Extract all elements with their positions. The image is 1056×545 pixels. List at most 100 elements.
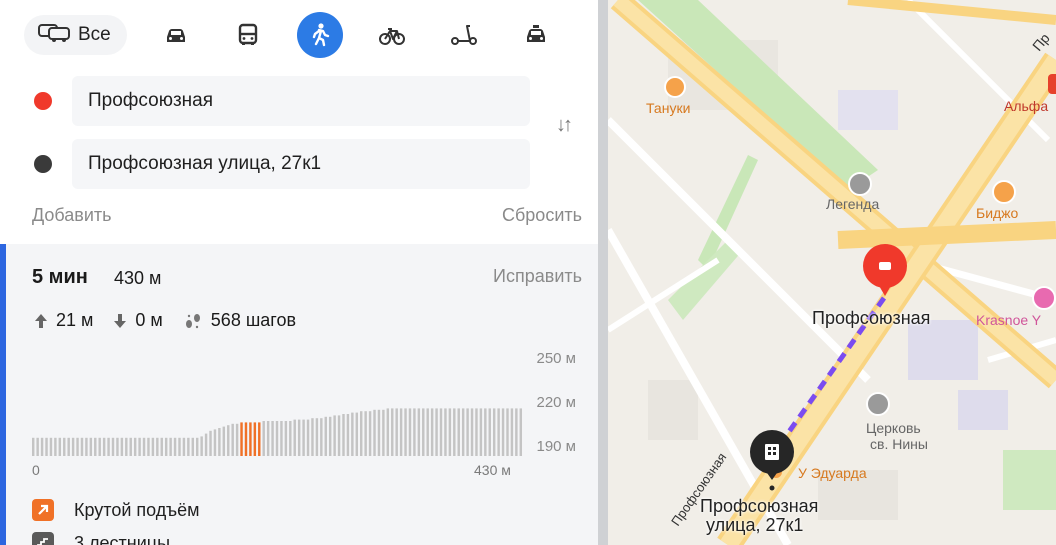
poi-bijo[interactable]: Биджо (976, 205, 1018, 221)
add-point-button[interactable]: Добавить (32, 205, 112, 226)
elevation-bar (346, 414, 350, 456)
elevation-bar (355, 412, 359, 456)
elevation-bar (510, 408, 514, 456)
stairs-note: 3 лестницы (32, 532, 170, 545)
elevation-bar (506, 408, 509, 456)
elevation-bar (382, 409, 385, 456)
elevation-bar (408, 408, 412, 456)
elevation-bar (222, 426, 226, 456)
landmark-icon[interactable] (848, 172, 872, 196)
reset-route-button[interactable]: Сбросить (502, 205, 582, 226)
elevation-bar (200, 436, 203, 456)
bus-icon (238, 23, 257, 45)
elevation-bar (293, 419, 296, 456)
y-tick-250: 250 м (536, 350, 576, 367)
poi-eduard[interactable]: У Эдуарда (798, 465, 867, 481)
elevation-bar (156, 437, 159, 456)
mode-bus-button[interactable] (225, 12, 271, 58)
map-destination-label-line2: улица, 27к1 (706, 515, 804, 535)
elevation-bars (32, 408, 523, 456)
map-view[interactable]: Тануки Альфа Легенда Биджо Krasnoe Y Цер… (608, 0, 1056, 545)
destination-input[interactable]: Профсоюзная улица, 27к1 (72, 139, 530, 189)
elevation-bar (333, 415, 336, 456)
cafe-icon[interactable] (992, 180, 1016, 204)
elevation-bar (466, 408, 469, 456)
ascent-value: 21 м (56, 310, 94, 330)
elevation-bar (116, 437, 119, 456)
elevation-bar (320, 418, 323, 456)
ascent-stat: 21 м (34, 310, 93, 331)
elevation-bar-steep (249, 422, 252, 456)
y-tick-220: 220 м (536, 394, 576, 411)
destination-pin-icon[interactable] (748, 430, 796, 492)
elevation-bar (32, 437, 35, 456)
bicycle-icon (378, 28, 405, 45)
mode-taxi-button[interactable] (513, 12, 559, 58)
elevation-bar (147, 437, 150, 456)
poi-alfa[interactable]: Альфа (1004, 98, 1048, 114)
poi-legenda[interactable]: Легенда (826, 196, 879, 212)
origin-pin-icon[interactable] (860, 244, 910, 296)
route-result-card[interactable]: 5 мин 430 м Исправить 21 м 0 м 568 шагов… (0, 244, 598, 545)
mode-walk-button[interactable] (296, 12, 343, 58)
mode-all-button[interactable]: Все (24, 15, 127, 55)
poi-church-line1[interactable]: Церковь (866, 420, 921, 436)
elevation-bar-steep (253, 422, 257, 456)
elevation-bar (98, 437, 101, 456)
elevation-bar (54, 437, 57, 456)
swap-route-button[interactable]: ↓↑ (556, 114, 573, 137)
elevation-bar (151, 437, 155, 456)
elevation-bar (302, 419, 305, 456)
poi-krasnoe[interactable]: Krasnoe Y (976, 312, 1041, 328)
mode-all-label: Все (78, 24, 111, 45)
fix-route-button[interactable]: Исправить (493, 266, 582, 287)
all-transport-icon (38, 21, 72, 49)
origin-dot-icon (34, 92, 52, 110)
elevation-bar (213, 429, 217, 456)
elevation-bar (457, 408, 460, 456)
elevation-bar (497, 408, 500, 456)
elevation-bar (289, 421, 292, 456)
origin-text: Профсоюзная (88, 90, 214, 111)
elevation-chart: 250 м 220 м 190 м 0 430 м (32, 344, 592, 479)
scooter-icon (450, 25, 477, 45)
descent-stat: 0 м (113, 310, 163, 331)
bank-icon[interactable] (1048, 74, 1056, 94)
poi-tanuki[interactable]: Тануки (646, 100, 690, 116)
route-duration: 5 мин (32, 266, 88, 288)
origin-input[interactable]: Профсоюзная (72, 76, 530, 126)
elevation-bar (94, 437, 97, 456)
elevation-bar (173, 437, 177, 456)
elevation-bar (373, 409, 376, 456)
elevation-bar (71, 437, 75, 456)
route-panel: Все Профсоюзная Профсоюзная улица, 27к1 … (0, 0, 598, 545)
elevation-bar (63, 437, 66, 456)
elevation-bar (368, 411, 372, 456)
elevation-bar (515, 408, 518, 456)
elevation-bar (453, 408, 456, 456)
church-icon[interactable] (866, 392, 890, 416)
mode-bike-button[interactable] (369, 12, 415, 58)
elevation-bar (484, 408, 487, 456)
beauty-icon[interactable] (1032, 286, 1056, 310)
mode-scooter-button[interactable] (441, 12, 487, 58)
elevation-bar (138, 437, 141, 456)
panel-resize-handle[interactable] (598, 0, 608, 545)
steps-value: 568 шагов (210, 310, 297, 330)
x-tick-end: 430 м (474, 462, 511, 478)
elevation-bar (399, 408, 403, 456)
elevation-bar (133, 437, 137, 456)
elevation-bar-steep (240, 422, 243, 456)
elevation-bar (315, 418, 319, 456)
elevation-bar (40, 437, 44, 456)
descent-value: 0 м (135, 310, 163, 330)
poi-church-line2[interactable]: св. Нины (870, 436, 928, 452)
mode-car-button[interactable] (153, 12, 199, 58)
elevation-bar (377, 409, 381, 456)
elevation-bar (306, 419, 310, 456)
elevation-bar (160, 437, 163, 456)
restaurant-icon[interactable] (664, 76, 686, 98)
elevation-bar (191, 437, 195, 456)
elevation-bar (422, 408, 425, 456)
elevation-bar (351, 412, 354, 456)
